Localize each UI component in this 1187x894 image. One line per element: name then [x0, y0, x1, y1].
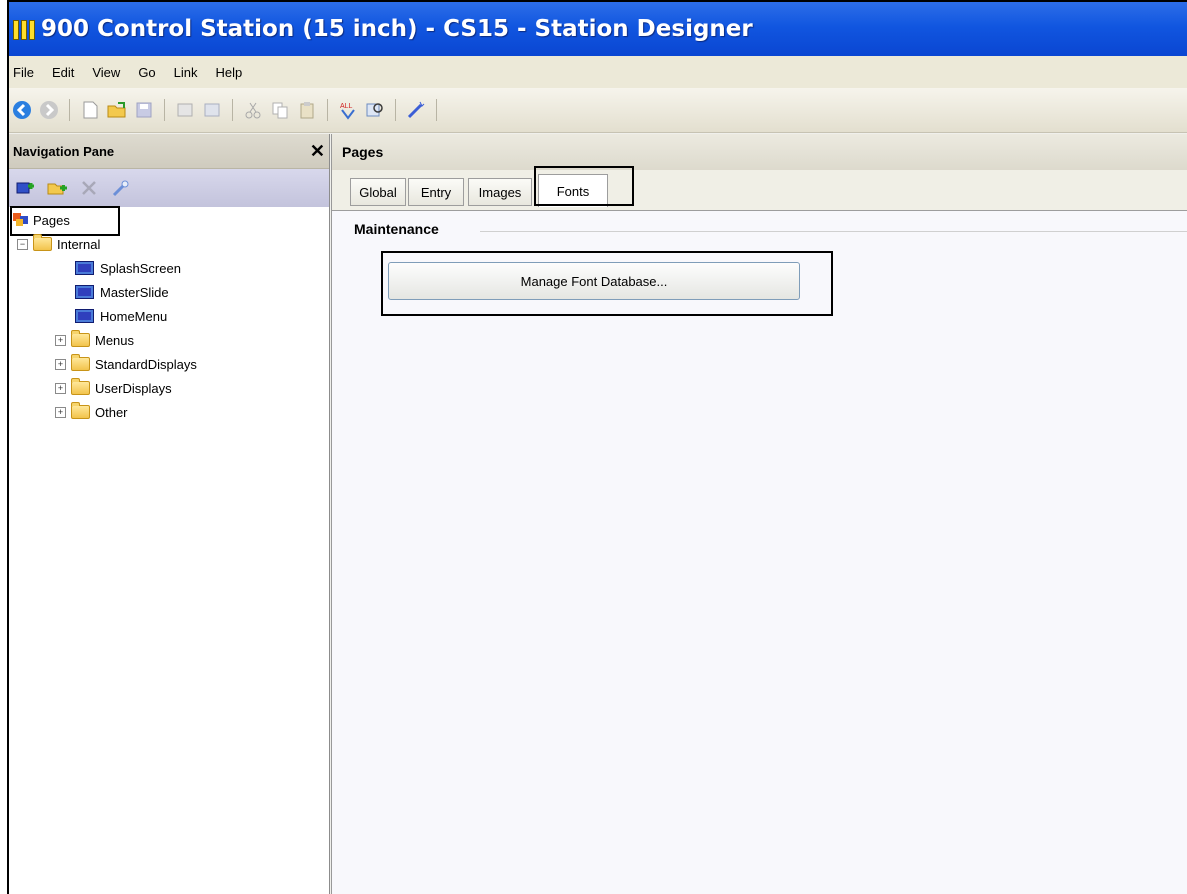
page-icon: [75, 285, 94, 299]
main-panel: Pages Global Entry Images Fonts Maintena…: [331, 134, 1187, 894]
expand-icon[interactable]: +: [55, 334, 66, 346]
back-icon[interactable]: [11, 99, 33, 121]
tree-folder-other[interactable]: + Other: [55, 401, 128, 423]
tree-label: SplashScreen: [100, 260, 181, 276]
navigation-pane: Navigation Pane ✕ Pages − Internal Splas…: [9, 134, 330, 894]
menu-go[interactable]: Go: [138, 65, 155, 80]
callout-box-fonts-tab: [534, 166, 634, 206]
toolbar-separator: [232, 99, 233, 121]
folder-icon: [71, 330, 90, 347]
collapse-icon[interactable]: −: [17, 238, 28, 250]
cut-icon[interactable]: [242, 99, 264, 121]
menu-file[interactable]: File: [13, 65, 34, 80]
menu-edit[interactable]: Edit: [52, 65, 74, 80]
close-icon[interactable]: ✕: [310, 141, 325, 162]
tree-label: Other: [95, 404, 128, 420]
tree-folder-menus[interactable]: + Menus: [55, 329, 134, 351]
forward-icon[interactable]: [38, 99, 60, 121]
delete-icon[interactable]: [77, 176, 101, 200]
wand-icon[interactable]: [405, 99, 427, 121]
folder-icon: [71, 354, 90, 371]
menu-link[interactable]: Link: [174, 65, 198, 80]
nav-toolbar: [9, 169, 329, 207]
menu-bar: File Edit View Go Link Help: [9, 56, 1187, 88]
menu-help[interactable]: Help: [216, 65, 243, 80]
toolbar-separator: [69, 99, 70, 121]
add-page-icon[interactable]: [13, 176, 37, 200]
panel-title: Pages: [332, 134, 1187, 170]
expand-icon[interactable]: +: [55, 406, 66, 418]
open-icon[interactable]: [106, 99, 128, 121]
tree-label: UserDisplays: [95, 380, 172, 396]
title-bar[interactable]: 900 Control Station (15 inch) - CS15 - S…: [9, 2, 1187, 56]
tree-folder-standarddisplays[interactable]: + StandardDisplays: [55, 353, 197, 375]
tree-label: StandardDisplays: [95, 356, 197, 372]
menu-view[interactable]: View: [92, 65, 120, 80]
toolbar-separator: [395, 99, 396, 121]
section-divider: [480, 231, 1187, 232]
paste-icon[interactable]: [296, 99, 318, 121]
page-icon: [75, 309, 94, 323]
window-title: 900 Control Station (15 inch) - CS15 - S…: [41, 16, 753, 42]
app-icon: [13, 18, 35, 40]
callout-box-button: [381, 251, 833, 316]
tab-images[interactable]: Images: [468, 178, 532, 206]
new-icon[interactable]: [79, 99, 101, 121]
tab-global[interactable]: Global: [350, 178, 406, 206]
expand-icon[interactable]: +: [55, 358, 66, 370]
tree-page-splashscreen[interactable]: SplashScreen: [75, 257, 181, 279]
zoom-icon[interactable]: [364, 99, 386, 121]
folder-icon: [71, 378, 90, 395]
save-icon[interactable]: [133, 99, 155, 121]
toolbar-separator: [164, 99, 165, 121]
toolbar-separator: [436, 99, 437, 121]
nav-pane-title: Navigation Pane: [13, 143, 115, 159]
find-icon[interactable]: ALL: [337, 99, 359, 121]
tree-folder-internal[interactable]: − Internal: [17, 233, 100, 255]
nav-pane-header: Navigation Pane ✕: [9, 134, 329, 169]
tree-folder-userdisplays[interactable]: + UserDisplays: [55, 377, 172, 399]
section-title: Maintenance: [354, 221, 439, 237]
tab-entry[interactable]: Entry: [408, 178, 464, 206]
redo-icon[interactable]: [201, 99, 223, 121]
tree-label: MasterSlide: [100, 284, 169, 300]
expand-icon[interactable]: +: [55, 382, 66, 394]
svg-text:ALL: ALL: [340, 103, 353, 110]
application-window: 900 Control Station (15 inch) - CS15 - S…: [7, 0, 1187, 894]
folder-open-icon: [33, 234, 52, 251]
tab-strip: Global Entry Images Fonts: [332, 166, 1187, 211]
tree-label: Menus: [95, 332, 135, 348]
main-toolbar: ALL: [9, 88, 1187, 133]
toolbar-separator: [327, 99, 328, 121]
tree-page-homemenu[interactable]: HomeMenu: [75, 305, 167, 327]
tree-page-masterslide[interactable]: MasterSlide: [75, 281, 169, 303]
tree-label: HomeMenu: [100, 308, 168, 324]
tab-content: Maintenance Manage Font Database...: [332, 211, 1187, 894]
tree-label: Internal: [57, 236, 101, 252]
page-icon: [75, 261, 94, 275]
undo-icon[interactable]: [174, 99, 196, 121]
properties-icon[interactable]: [109, 176, 133, 200]
page-tree: Pages − Internal SplashScreen MasterSlid…: [9, 206, 329, 420]
add-folder-icon[interactable]: [45, 176, 69, 200]
folder-icon: [71, 402, 90, 419]
copy-icon[interactable]: [269, 99, 291, 121]
callout-box-pages: [10, 206, 120, 236]
